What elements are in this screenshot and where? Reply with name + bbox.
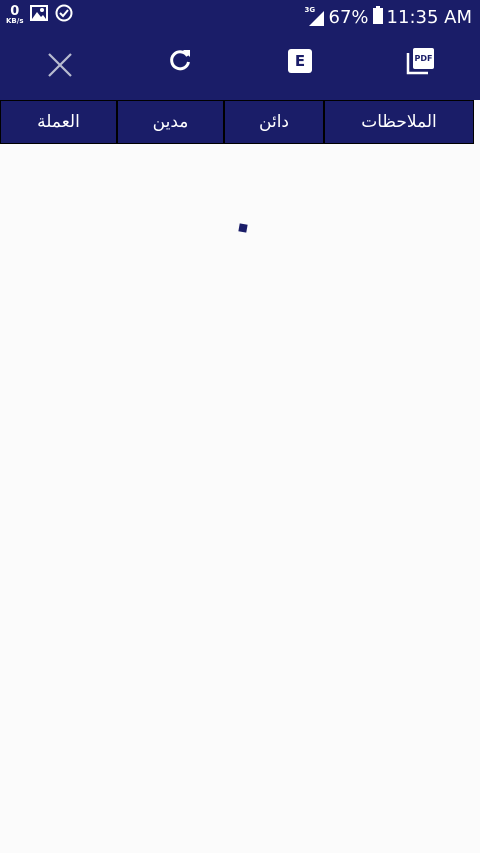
toolbar: E PDF (0, 34, 480, 100)
status-right: 3G 67% 11:35 AM (305, 6, 472, 29)
loading-indicator (238, 223, 248, 233)
check-circle-icon (55, 4, 73, 26)
refresh-button[interactable] (158, 40, 202, 84)
column-header-debit[interactable]: مدين (117, 100, 224, 144)
close-button[interactable] (38, 45, 82, 89)
excel-export-button[interactable]: E (278, 39, 322, 83)
close-icon (46, 51, 74, 83)
pdf-icon: PDF (405, 46, 435, 76)
pdf-export-button[interactable]: PDF (398, 39, 442, 83)
status-bar: 0 KB/s 3G 67% 11:35 AM (0, 0, 480, 34)
excel-icon: E (288, 49, 312, 73)
column-header-currency[interactable]: العملة (0, 100, 117, 144)
status-left: 0 KB/s (6, 4, 73, 26)
signal-icon: 3G (305, 6, 325, 27)
column-header-notes[interactable]: الملاحظات (324, 100, 474, 144)
pdf-icon-label: PDF (414, 54, 433, 63)
battery-percent: 67% (328, 7, 369, 28)
excel-icon-letter: E (294, 52, 306, 70)
battery-icon (372, 6, 383, 29)
table-header: العملة مدين دائن الملاحظات (0, 100, 474, 144)
net-speed-unit: KB/s (6, 17, 24, 25)
clock: 11:35 AM (386, 7, 472, 28)
column-header-credit[interactable]: دائن (224, 100, 324, 144)
content-area (0, 144, 480, 853)
net-speed: 0 KB/s (6, 5, 23, 25)
refresh-icon (167, 47, 193, 77)
image-icon (30, 5, 49, 25)
